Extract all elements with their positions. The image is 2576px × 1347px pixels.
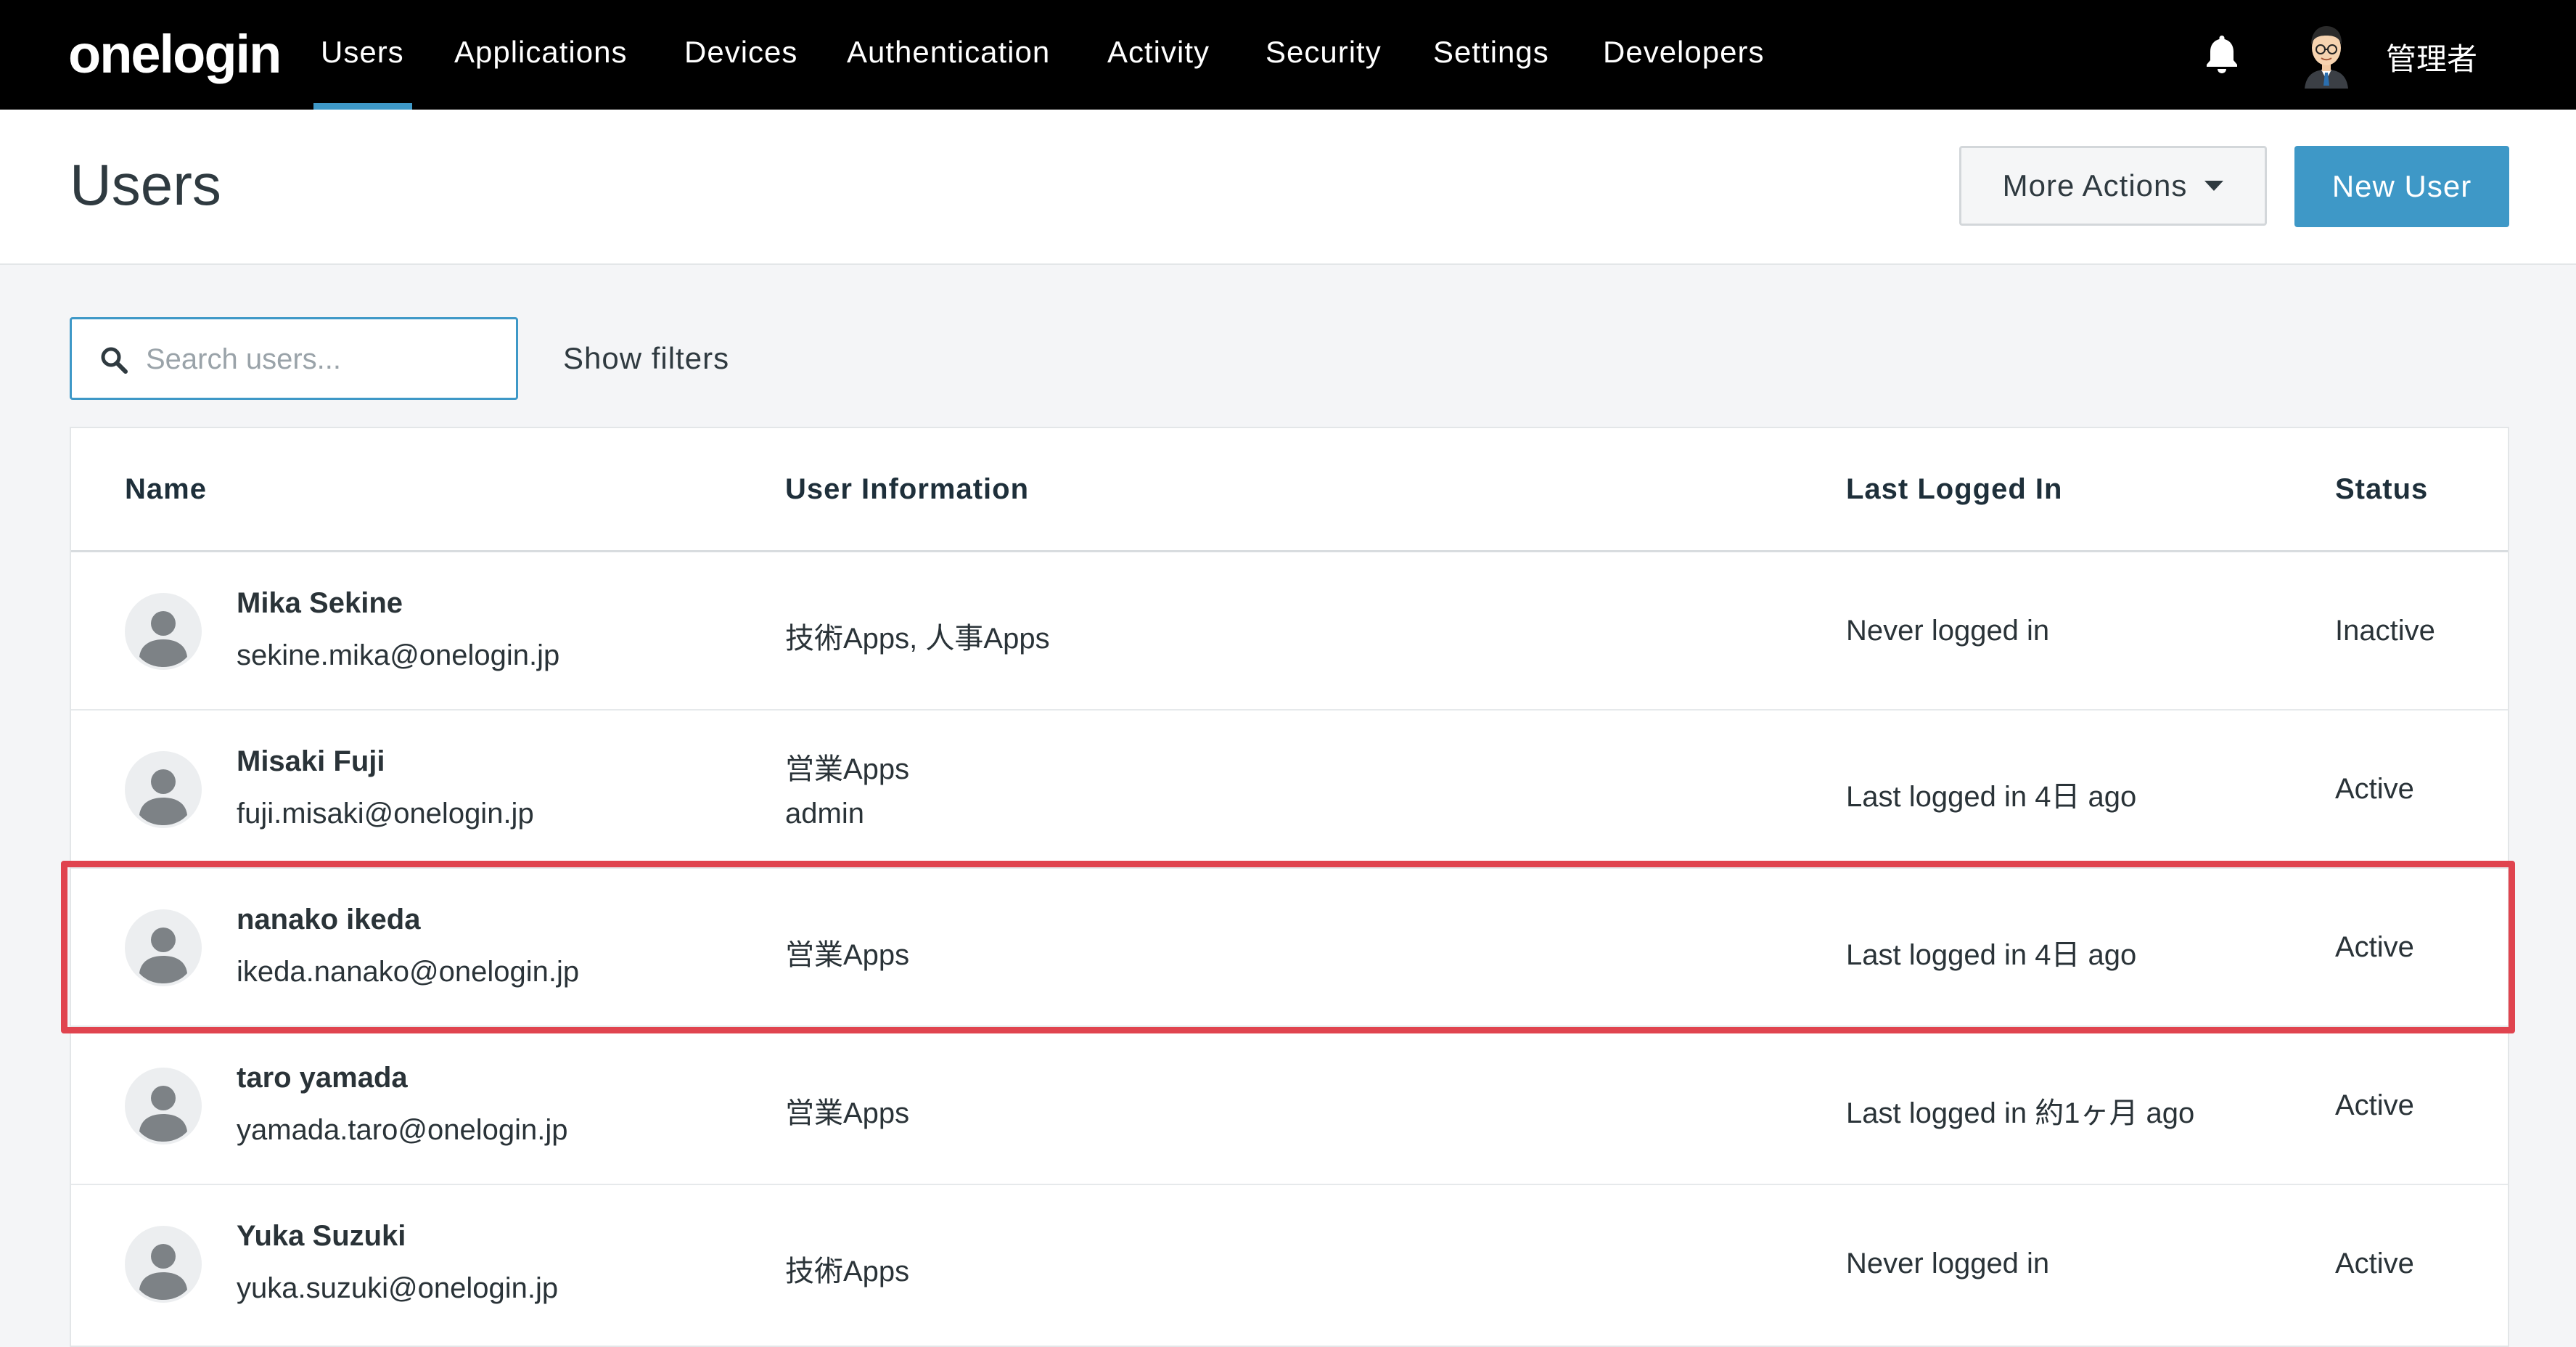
admin-avatar[interactable]: [2297, 20, 2355, 89]
user-email: ikeda.nanako@onelogin.jp: [237, 956, 580, 988]
status-text: Active: [2335, 931, 2414, 963]
user-avatar-icon: [125, 593, 202, 670]
users-table: Name User Information Last Logged In Sta…: [70, 427, 2509, 1347]
nav-item-security[interactable]: Security: [1266, 35, 1382, 70]
last-logged-in: Never logged in: [1846, 615, 2050, 647]
onelogin-logo[interactable]: onelogin: [68, 23, 282, 85]
last-logged-in: Last logged in 4日 ago: [1846, 781, 2137, 813]
bell-icon[interactable]: [2203, 33, 2241, 75]
last-logged-in: Never logged in: [1846, 1248, 2050, 1280]
nav-item-activity[interactable]: Activity: [1107, 35, 1210, 70]
user-avatar-icon: [125, 751, 202, 828]
page-title: Users: [70, 152, 221, 217]
search-input[interactable]: [144, 319, 503, 399]
nav-item-applications[interactable]: Applications: [454, 35, 627, 70]
user-email: sekine.mika@onelogin.jp: [237, 639, 560, 671]
user-name[interactable]: Misaki Fuji: [237, 745, 385, 778]
search-icon: [101, 347, 128, 374]
last-logged-in: Last logged in 4日 ago: [1846, 939, 2137, 971]
nav-item-developers[interactable]: Developers: [1603, 35, 1764, 70]
user-info-line: 技術Apps: [785, 1256, 910, 1287]
nav-item-users[interactable]: Users: [321, 35, 404, 70]
user-avatar-icon: [125, 1068, 202, 1145]
column-header-last-logged-in[interactable]: Last Logged In: [1846, 473, 2062, 506]
user-info-line: admin: [785, 798, 864, 830]
column-header-user-information[interactable]: User Information: [785, 473, 1029, 506]
user-avatar-icon: [125, 909, 202, 986]
user-info-line: 営業Apps: [785, 939, 910, 971]
nav-item-authentication[interactable]: Authentication: [847, 35, 1050, 70]
caret-down-icon: [2204, 181, 2224, 191]
top-nav: onelogin Users Applications Devices Auth…: [0, 0, 2576, 110]
status-text: Active: [2335, 1248, 2414, 1280]
user-name[interactable]: taro yamada: [237, 1062, 408, 1094]
user-name[interactable]: Yuka Suzuki: [237, 1220, 406, 1253]
status-text: Active: [2335, 773, 2414, 805]
user-info-line: 営業Apps: [785, 753, 910, 785]
user-email: yuka.suzuki@onelogin.jp: [237, 1272, 559, 1304]
table-row[interactable]: Yuka Suzuki yuka.suzuki@onelogin.jp 技術Ap…: [71, 1185, 2508, 1343]
user-info-line: 技術Apps, 人事Apps: [785, 623, 1050, 655]
nav-item-settings[interactable]: Settings: [1433, 35, 1549, 70]
status-text: Active: [2335, 1089, 2414, 1121]
table-row[interactable]: Misaki Fuji fuji.misaki@onelogin.jp 営業Ap…: [71, 711, 2508, 869]
user-avatar-icon: [125, 1226, 202, 1303]
more-actions-button[interactable]: More Actions: [1959, 146, 2267, 226]
user-info-line: 営業Apps: [785, 1097, 910, 1129]
table-row[interactable]: taro yamada yamada.taro@onelogin.jp 営業Ap…: [71, 1027, 2508, 1185]
table-row[interactable]: Mika Sekine sekine.mika@onelogin.jp 技術Ap…: [71, 552, 2508, 711]
status-text: Inactive: [2335, 615, 2435, 647]
show-filters-link[interactable]: Show filters: [563, 341, 729, 376]
last-logged-in: Last logged in 約1ヶ月 ago: [1846, 1097, 2195, 1129]
user-email: yamada.taro@onelogin.jp: [237, 1114, 568, 1146]
nav-active-indicator: [313, 103, 412, 110]
user-name[interactable]: Mika Sekine: [237, 587, 403, 620]
admin-name[interactable]: 管理者: [2386, 35, 2477, 79]
more-actions-label: More Actions: [2002, 168, 2188, 202]
table-row[interactable]: nanako ikeda ikeda.nanako@onelogin.jp 営業…: [71, 869, 2508, 1027]
page: onelogin Users Applications Devices Auth…: [0, 0, 2576, 1347]
page-header: Users More Actions New User: [0, 110, 2576, 265]
column-header-name[interactable]: Name: [125, 473, 207, 506]
user-name[interactable]: nanako ikeda: [237, 904, 420, 936]
new-user-button[interactable]: New User: [2294, 146, 2509, 227]
nav-item-devices[interactable]: Devices: [684, 35, 797, 70]
column-header-status[interactable]: Status: [2335, 473, 2428, 506]
search-box[interactable]: [70, 317, 518, 400]
user-email: fuji.misaki@onelogin.jp: [237, 798, 534, 830]
